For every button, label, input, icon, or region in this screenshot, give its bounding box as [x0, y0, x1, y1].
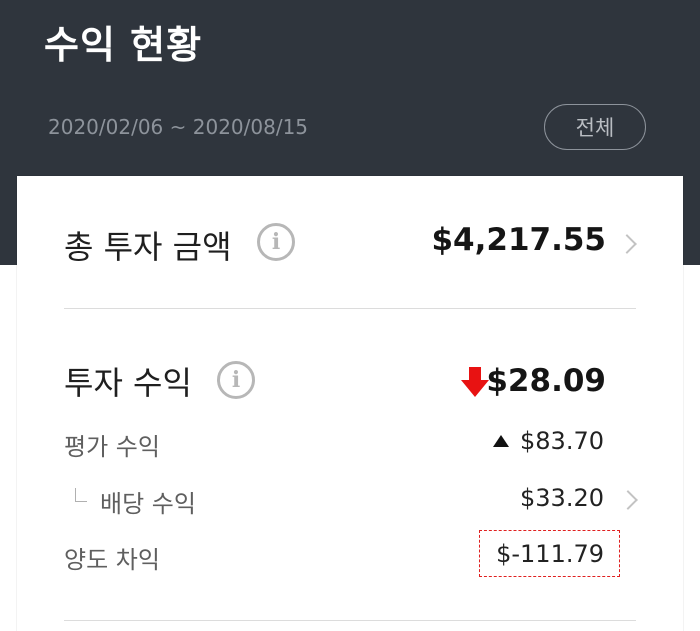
total-investment-info-icon[interactable]: i — [257, 223, 295, 261]
date-range: 2020/02/06 ~ 2020/08/15 — [48, 115, 309, 139]
divider-bottom — [64, 620, 636, 621]
down-arrow-icon — [461, 367, 489, 397]
period-filter-button[interactable]: 전체 — [544, 104, 646, 150]
capital-gain-value: $-111.79 — [496, 540, 604, 568]
total-investment-label: 총 투자 금액 — [64, 228, 232, 266]
divider — [64, 308, 636, 309]
investment-profit-label: 투자 수익 — [64, 364, 192, 402]
capital-gain-label: 양도 차익 — [64, 546, 160, 574]
total-investment-value: $4,217.55 — [431, 222, 606, 258]
up-triangle-icon — [493, 435, 509, 447]
dividend-profit-label: 배당 수익 — [100, 490, 196, 518]
page-title: 수익 현황 — [44, 23, 203, 67]
valuation-profit-value: $83.70 — [520, 427, 604, 455]
investment-profit-value: $28.09 — [486, 363, 606, 399]
sub-item-corner-icon — [75, 488, 87, 502]
valuation-profit-label: 평가 수익 — [64, 433, 160, 461]
dividend-profit-value: $33.20 — [520, 484, 604, 512]
investment-profit-info-icon[interactable]: i — [217, 361, 255, 399]
